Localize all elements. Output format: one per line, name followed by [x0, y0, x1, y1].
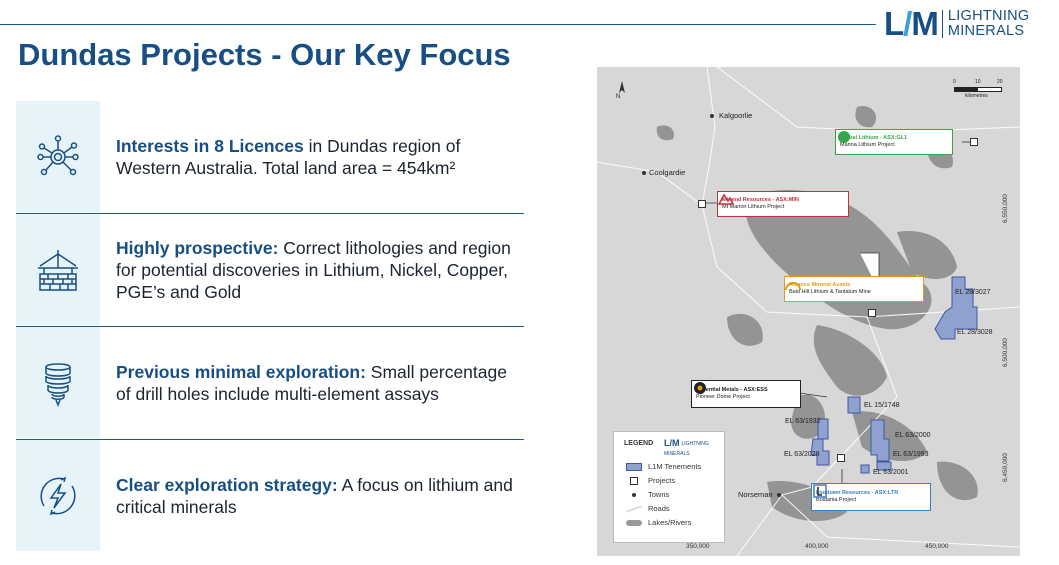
tenement-label: EL 63/2001: [873, 469, 909, 476]
feature-text: Highly prospective: Correct lithologies …: [116, 238, 511, 302]
project-marker: [698, 200, 706, 208]
north-label: N: [616, 94, 621, 100]
town-label: Kalgoorlie: [719, 111, 753, 120]
feature-text: Interests in 8 Licences in Dundas region…: [116, 136, 461, 178]
tenement-label: EL 63/1932: [785, 418, 821, 425]
project-marker: [970, 138, 978, 146]
tenement-swatch-icon: [626, 462, 642, 471]
legend-logo: L/M LIGHTNING MINERALS: [664, 438, 709, 457]
feature-item-strategy: Clear exploration strategy: A focus on l…: [16, 440, 524, 552]
drill-core-icon: [16, 327, 100, 438]
legend-item-projects: Projects: [626, 476, 675, 485]
project-callout-alliance: Alliance Mineral Assets Bald Hill Lithium…: [784, 276, 924, 302]
tenement-label: EL 63/2028: [784, 451, 820, 458]
logo-separator: [941, 10, 943, 38]
project-callout-mineral-resources: Mineral Resources - ASX:MIN Mt Marion Lit…: [717, 191, 849, 217]
legend-item-roads: Roads: [626, 504, 670, 513]
easting-label: 450,000: [925, 543, 949, 550]
legend-item-tenements: L1M Tenements: [626, 462, 701, 471]
tenement-label: EL 15/1748: [864, 402, 900, 409]
northing-label: 6,500,000: [1002, 338, 1009, 367]
header-rule: [0, 24, 876, 25]
feature-text: Previous minimal exploration: Small perc…: [116, 362, 507, 404]
town-marker: [777, 493, 781, 497]
easting-label: 400,000: [805, 543, 829, 550]
logo-mark: L/M: [884, 5, 939, 42]
project-square-icon: [630, 476, 638, 485]
legend-item-lakes: Lakes/Rivers: [626, 518, 691, 527]
lightning-circle-icon: [16, 440, 100, 551]
legend-title: LEGEND: [624, 440, 654, 447]
network-nodes-icon: [16, 101, 100, 212]
project-marker: [837, 454, 845, 462]
tenement-label: EL 28/3027: [955, 289, 991, 296]
north-arrow-icon: [619, 81, 625, 93]
alliance-logo-icon: [785, 282, 801, 291]
project-marker: [868, 309, 876, 317]
essential-metals-logo-icon: [694, 382, 706, 394]
page-title: Dundas Projects - Our Key Focus: [18, 37, 511, 72]
company-logo: L/M LIGHTNING MINERALS: [884, 5, 1030, 42]
legend-item-towns: Towns: [626, 490, 669, 499]
easting-label: 350,000: [686, 543, 710, 550]
feature-text: Clear exploration strategy: A focus on l…: [116, 475, 513, 517]
town-label: Coolgardie: [649, 168, 686, 177]
town-label: Norseman: [738, 490, 773, 499]
liontown-logo-icon: [813, 484, 827, 498]
project-callout-liontown: Liontown Resources - ASX:LTR Buldania Pro…: [811, 483, 931, 511]
drill-rig-icon: [16, 214, 100, 325]
town-dot-icon: [632, 492, 636, 497]
feature-item-exploration: Previous minimal exploration: Small perc…: [16, 327, 524, 440]
northing-label: 6,450,000: [1002, 453, 1009, 482]
logo-wordmark: LIGHTNING MINERALS: [947, 8, 1030, 39]
tenement-label: EL 63/2000: [895, 432, 931, 439]
feature-list: Interests in 8 Licences in Dundas region…: [16, 101, 524, 552]
northing-label: 6,550,000: [1002, 194, 1009, 223]
scale-bar: 0 10 20 kilometres: [953, 79, 1003, 99]
project-map: N 0 10 20 kilometres Kalgoorlie Coolgard…: [597, 67, 1020, 556]
map-legend: LEGEND L/M LIGHTNING MINERALS L1M Tenemen…: [613, 431, 725, 543]
project-callout-global-lithium: Global Lithium - ASX:GL1 Manna Lithium Pr…: [835, 129, 953, 155]
mineral-resources-logo-icon: [718, 193, 734, 205]
tenement-label: EL 28/3028: [957, 329, 993, 336]
lake-shape-icon: [626, 519, 642, 526]
feature-item-prospective: Highly prospective: Correct lithologies …: [16, 214, 524, 327]
tenement-label: EL 63/1993: [893, 451, 929, 458]
town-marker: [642, 171, 646, 175]
project-callout-essential-metals: Essential Metals - ASX:ESS Pioneer Dome P…: [691, 380, 801, 408]
feature-item-licences: Interests in 8 Licences in Dundas region…: [16, 101, 524, 214]
town-marker: [710, 114, 714, 118]
road-line-icon: [626, 504, 642, 513]
global-lithium-logo-icon: [838, 131, 850, 143]
